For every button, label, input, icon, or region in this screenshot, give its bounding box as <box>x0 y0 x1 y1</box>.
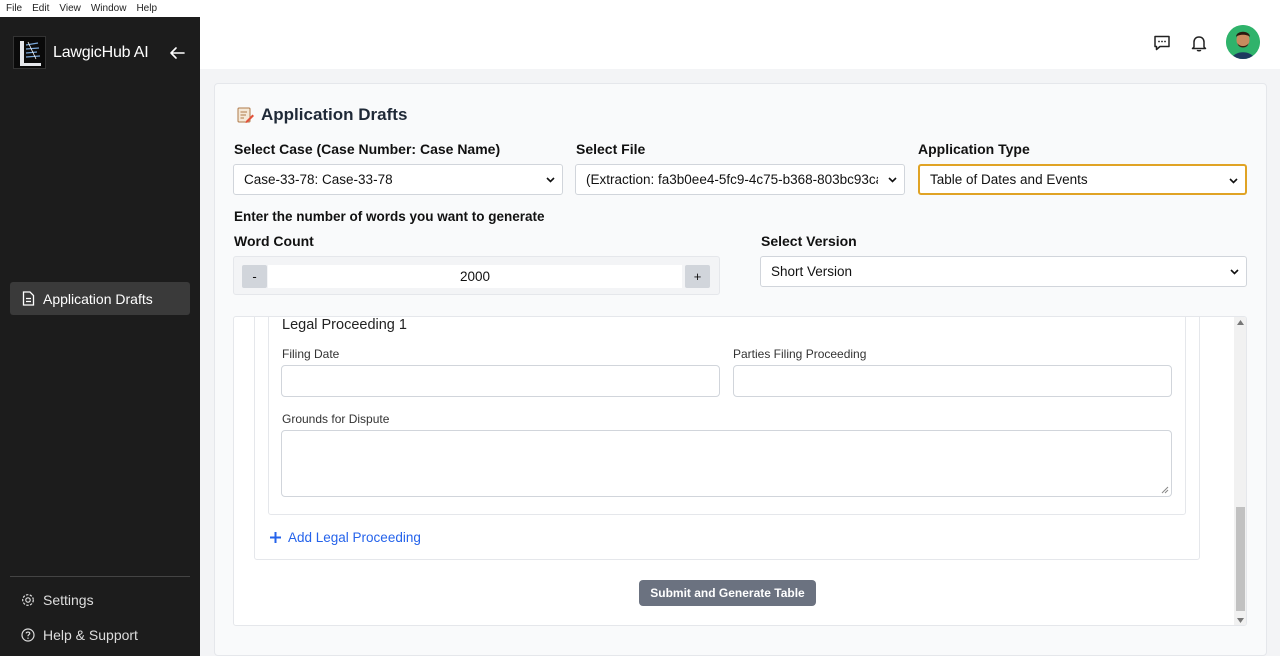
scroll-up-icon[interactable] <box>1237 320 1244 325</box>
document-icon <box>22 291 35 306</box>
case-label: Select Case (Case Number: Case Name) <box>234 141 501 157</box>
add-legal-proceeding-label: Add Legal Proceeding <box>288 530 421 545</box>
bell-icon[interactable] <box>1190 34 1208 52</box>
case-select-value: Case-33-78: Case-33-78 <box>244 172 393 187</box>
decrement-button[interactable]: - <box>242 265 267 288</box>
word-count-input[interactable]: 2000 <box>268 265 682 288</box>
increment-button[interactable]: + <box>685 265 710 288</box>
page-title-text: Application Drafts <box>261 105 408 124</box>
file-label: Select File <box>576 141 646 157</box>
sidebar-item-help[interactable]: Help & Support <box>21 627 138 643</box>
version-select-value: Short Version <box>771 264 853 279</box>
chevron-down-icon <box>546 177 555 183</box>
sidebar-settings-label: Settings <box>43 592 94 608</box>
edit-document-icon <box>237 107 254 123</box>
brand[interactable]: LawgicHub AI <box>13 36 149 69</box>
filing-date-label: Filing Date <box>282 347 340 361</box>
app-type-select[interactable]: Table of Dates and Events <box>918 164 1247 195</box>
chat-icon[interactable] <box>1153 34 1171 52</box>
sidebar-divider <box>10 576 190 577</box>
grounds-textarea[interactable] <box>281 430 1172 497</box>
file-select-value: (Extraction: fa3b0ee4-5fc9-4c75-b368-803… <box>586 172 878 187</box>
word-count-label: Word Count <box>234 233 314 249</box>
page-title: Application Drafts <box>236 105 407 125</box>
menu-window[interactable]: Window <box>86 3 132 14</box>
menu-help[interactable]: Help <box>131 3 162 14</box>
sidebar-item-application-drafts[interactable]: Application Drafts <box>10 282 190 315</box>
menubar: File Edit View Window Help <box>0 0 1280 17</box>
vertical-scrollbar[interactable] <box>1234 317 1246 625</box>
add-legal-proceeding-link[interactable]: Add Legal Proceeding <box>269 530 421 545</box>
back-arrow-icon[interactable] <box>168 44 186 62</box>
menu-edit[interactable]: Edit <box>27 3 54 14</box>
scrollbar-thumb[interactable] <box>1236 507 1245 611</box>
avatar[interactable] <box>1226 25 1260 59</box>
plus-icon <box>270 532 281 543</box>
legal-proceeding-title: Legal Proceeding 1 <box>282 317 407 333</box>
words-prompt: Enter the number of words you want to ge… <box>234 209 545 224</box>
sidebar-item-label: Application Drafts <box>43 290 153 307</box>
grounds-label: Grounds for Dispute <box>282 412 390 426</box>
resize-handle-icon[interactable] <box>1161 486 1169 494</box>
top-header <box>200 17 1280 69</box>
parties-label: Parties Filing Proceeding <box>733 347 867 361</box>
scroll-down-icon[interactable] <box>1237 618 1244 623</box>
menu-view[interactable]: View <box>54 3 86 14</box>
proceedings-scroll-area[interactable]: Legal Proceeding 1 Filing Date Parties F… <box>233 316 1247 626</box>
word-count-stepper: - 2000 + <box>233 256 720 295</box>
parties-input[interactable] <box>733 365 1172 397</box>
app-type-label: Application Type <box>918 141 1030 157</box>
menu-file[interactable]: File <box>0 3 27 14</box>
chevron-down-icon <box>1230 269 1239 275</box>
sidebar-item-settings[interactable]: Settings <box>21 592 94 608</box>
chevron-down-icon <box>888 177 897 183</box>
filing-date-input[interactable] <box>281 365 720 397</box>
version-select[interactable]: Short Version <box>760 256 1247 287</box>
case-select[interactable]: Case-33-78: Case-33-78 <box>233 164 563 195</box>
gear-icon <box>22 594 34 606</box>
chevron-down-icon <box>1229 178 1238 184</box>
version-label: Select Version <box>761 233 857 249</box>
app-type-select-value: Table of Dates and Events <box>930 172 1088 187</box>
brand-logo <box>13 36 46 69</box>
sidebar: LawgicHub AI Application Drafts Settings… <box>0 17 200 656</box>
submit-generate-button[interactable]: Submit and Generate Table <box>639 580 816 606</box>
brand-name: LawgicHub AI <box>53 43 149 61</box>
sidebar-help-label: Help & Support <box>43 627 138 643</box>
file-select[interactable]: (Extraction: fa3b0ee4-5fc9-4c75-b368-803… <box>575 164 905 195</box>
help-circle-icon <box>21 628 35 642</box>
